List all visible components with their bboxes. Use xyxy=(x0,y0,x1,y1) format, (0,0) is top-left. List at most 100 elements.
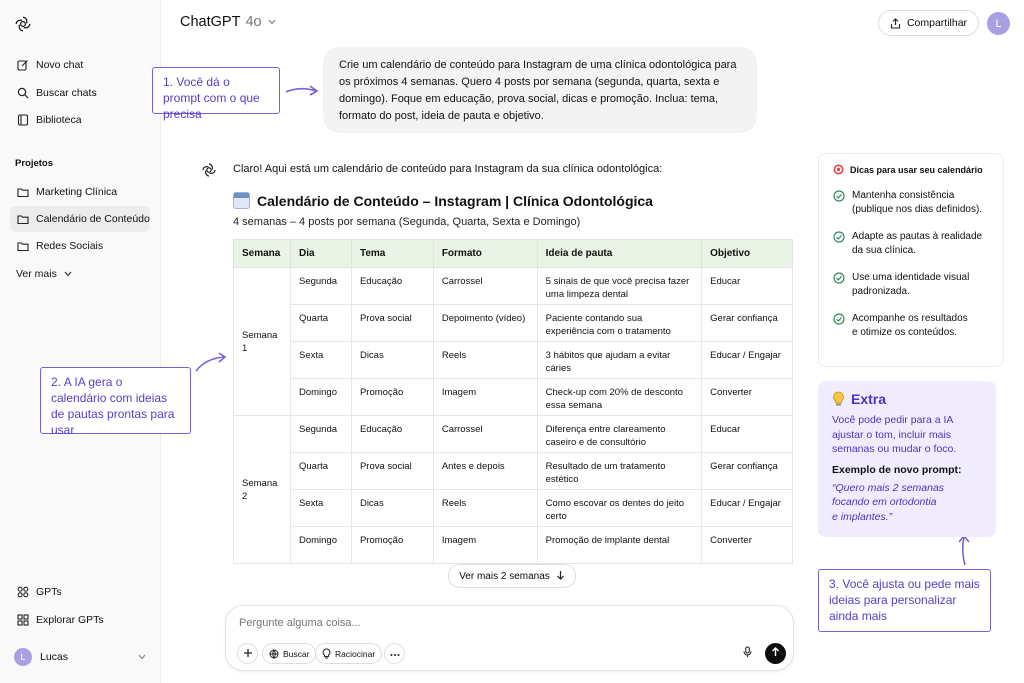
sidebar-item-label: Explorar GPTs xyxy=(36,614,104,626)
add-button[interactable] xyxy=(237,643,258,664)
tip-text: Acompanhe os resultados e otimize os con… xyxy=(852,313,968,338)
table-cell: Antes e depois xyxy=(432,452,538,490)
globe-icon xyxy=(269,649,279,659)
sidebar-see-more[interactable]: Ver mais xyxy=(10,261,150,287)
search-icon xyxy=(16,87,29,100)
sidebar: Novo chat Buscar chats Biblioteca Projet… xyxy=(0,0,161,683)
check-circle-icon xyxy=(833,231,845,248)
table-cell: Educação xyxy=(350,267,434,305)
see-more-label: Ver mais xyxy=(16,268,57,280)
send-button[interactable] xyxy=(765,643,786,664)
table-cell: Educar / Engajar xyxy=(701,489,793,527)
plus-icon xyxy=(243,648,253,660)
table-cell: Dicas xyxy=(350,341,434,379)
search-button[interactable]: Buscar xyxy=(262,643,317,664)
table-cell: Educar / Engajar xyxy=(701,341,793,379)
calendar-title-text: Calendário de Conteúdo – Instagram | Clí… xyxy=(257,192,653,209)
annotation-text: Você ajusta ou pede mais ideias para per… xyxy=(829,577,980,623)
table-cell: Quarta xyxy=(289,304,352,342)
model-selector[interactable]: ChatGPT 4o xyxy=(180,14,276,30)
column-header: Tema xyxy=(350,239,434,268)
table-row: Quarta Prova social Depoimento (vídeo) P… xyxy=(234,304,793,342)
table-cell: Check-up com 20% de desconto essa semana xyxy=(536,378,703,416)
table-row: Semana 2 Segunda Educação Carrossel Dife… xyxy=(233,415,793,564)
table-row: Domingo Promoção Imagem Promoção de impl… xyxy=(234,526,793,564)
check-circle-icon xyxy=(833,313,845,330)
annotation-step-2: 2. A IA gera o calendário com ideias de … xyxy=(40,367,191,437)
search-button-label: Buscar xyxy=(283,648,310,659)
sidebar-item-search-chats[interactable]: Buscar chats xyxy=(10,80,150,106)
more-dots-icon xyxy=(390,649,400,659)
share-button[interactable]: Compartilhar xyxy=(878,10,979,36)
share-icon xyxy=(890,17,901,29)
arrow-down-icon xyxy=(556,570,565,583)
table-cell: 5 sinais de que você precisa fazer uma l… xyxy=(536,267,703,305)
table-cell: Promoção xyxy=(350,526,434,564)
user-name: Lucas xyxy=(40,651,69,663)
annotation-text: Você dá o prompt com o que precisa xyxy=(163,75,260,121)
target-icon xyxy=(833,164,844,175)
grid-icon xyxy=(16,586,29,599)
assistant-intro: Claro! Aqui está um calendário de conteú… xyxy=(233,163,663,175)
table-cell: Converter xyxy=(701,526,793,564)
table-cell: Promoção xyxy=(350,378,434,416)
share-label: Compartilhar xyxy=(906,17,968,29)
sidebar-item-label: GPTs xyxy=(36,586,62,598)
sidebar-item-calendario-conteudo[interactable]: Calendário de Conteúdo xyxy=(10,206,150,232)
calendar-title: Calendário de Conteúdo – Instagram | Clí… xyxy=(233,192,653,209)
projects-heading: Projetos xyxy=(15,158,54,169)
folder-icon xyxy=(16,240,29,253)
sidebar-item-gpts[interactable]: GPTs xyxy=(10,579,150,605)
microphone-button[interactable] xyxy=(740,645,754,661)
arrow-up-icon xyxy=(771,647,780,660)
message-composer: Buscar Raciocinar xyxy=(225,605,794,671)
avatar[interactable]: L xyxy=(987,12,1010,35)
more-options-button[interactable] xyxy=(384,643,405,664)
openai-logo-icon[interactable] xyxy=(14,15,32,33)
table-cell: Diferença entre clareamento caseiro e de… xyxy=(536,415,703,453)
table-cell: Domingo xyxy=(289,378,352,416)
user-menu[interactable]: L Lucas xyxy=(10,646,150,668)
extra-example-label: Exemplo de novo prompt: xyxy=(832,463,962,476)
see-more-weeks-button[interactable]: Ver mais 2 semanas xyxy=(448,564,576,588)
sidebar-item-marketing-clinica[interactable]: Marketing Clínica xyxy=(10,179,150,205)
reason-button[interactable]: Raciocinar xyxy=(315,643,383,664)
microphone-icon xyxy=(742,645,752,661)
model-name: ChatGPT xyxy=(180,14,241,30)
annotation-step-3: 3. Você ajusta ou pede mais ideias para … xyxy=(818,569,991,632)
sidebar-item-label: Novo chat xyxy=(36,59,84,71)
sidebar-item-redes-sociais[interactable]: Redes Sociais xyxy=(10,233,150,259)
table-row: Domingo Promoção Imagem Check-up com 20%… xyxy=(234,378,793,416)
column-header: Objetivo xyxy=(701,239,793,268)
sidebar-item-library[interactable]: Biblioteca xyxy=(10,107,150,133)
folder-icon xyxy=(16,213,29,226)
prompt-input[interactable] xyxy=(239,617,639,629)
sidebar-item-new-chat[interactable]: Novo chat xyxy=(10,52,150,78)
calendar-icon xyxy=(233,192,250,209)
extra-example-prompt: “Quero mais 2 semanas focando em ortodon… xyxy=(832,481,945,523)
sidebar-item-label: Redes Sociais xyxy=(36,240,104,252)
sidebar-item-label: Marketing Clínica xyxy=(36,186,118,198)
table-cell: Carrossel xyxy=(432,267,538,305)
content-calendar-table: Semana Dia Tema Formato Ideia de pauta O… xyxy=(233,239,793,564)
table-cell: 3 hábitos que ajudam a evitar cáries xyxy=(536,341,703,379)
sidebar-item-explore-gpts[interactable]: Explorar GPTs xyxy=(10,607,150,633)
calendar-subtitle: 4 semanas – 4 posts por semana (Segunda,… xyxy=(233,216,581,228)
table-cell: Imagem xyxy=(432,378,538,416)
annotation-number: 1. xyxy=(163,75,174,89)
extra-body: Você pode pedir para a IA ajustar o tom,… xyxy=(832,414,957,455)
table-row: Sexta Dicas Reels Como escovar os dentes… xyxy=(234,489,793,527)
table-cell: Reels xyxy=(432,341,538,379)
table-cell: Educar xyxy=(701,415,793,453)
table-row: Sexta Dicas Reels 3 hábitos que ajudam a… xyxy=(234,341,793,379)
chevron-down-icon xyxy=(64,268,72,280)
column-header: Semana xyxy=(233,239,291,268)
table-cell: Gerar confiança xyxy=(701,452,793,490)
see-more-weeks-label: Ver mais 2 semanas xyxy=(459,570,550,582)
grid-icon xyxy=(16,614,29,627)
tip-item: Use uma identidade visual padronizada. xyxy=(833,271,989,299)
table-cell: Segunda xyxy=(289,415,352,453)
annotation-step-1: 1. Você dá o prompt com o que precisa xyxy=(152,67,280,121)
avatar: L xyxy=(14,648,32,666)
table-row: Quarta Prova social Antes e depois Resul… xyxy=(234,452,793,490)
